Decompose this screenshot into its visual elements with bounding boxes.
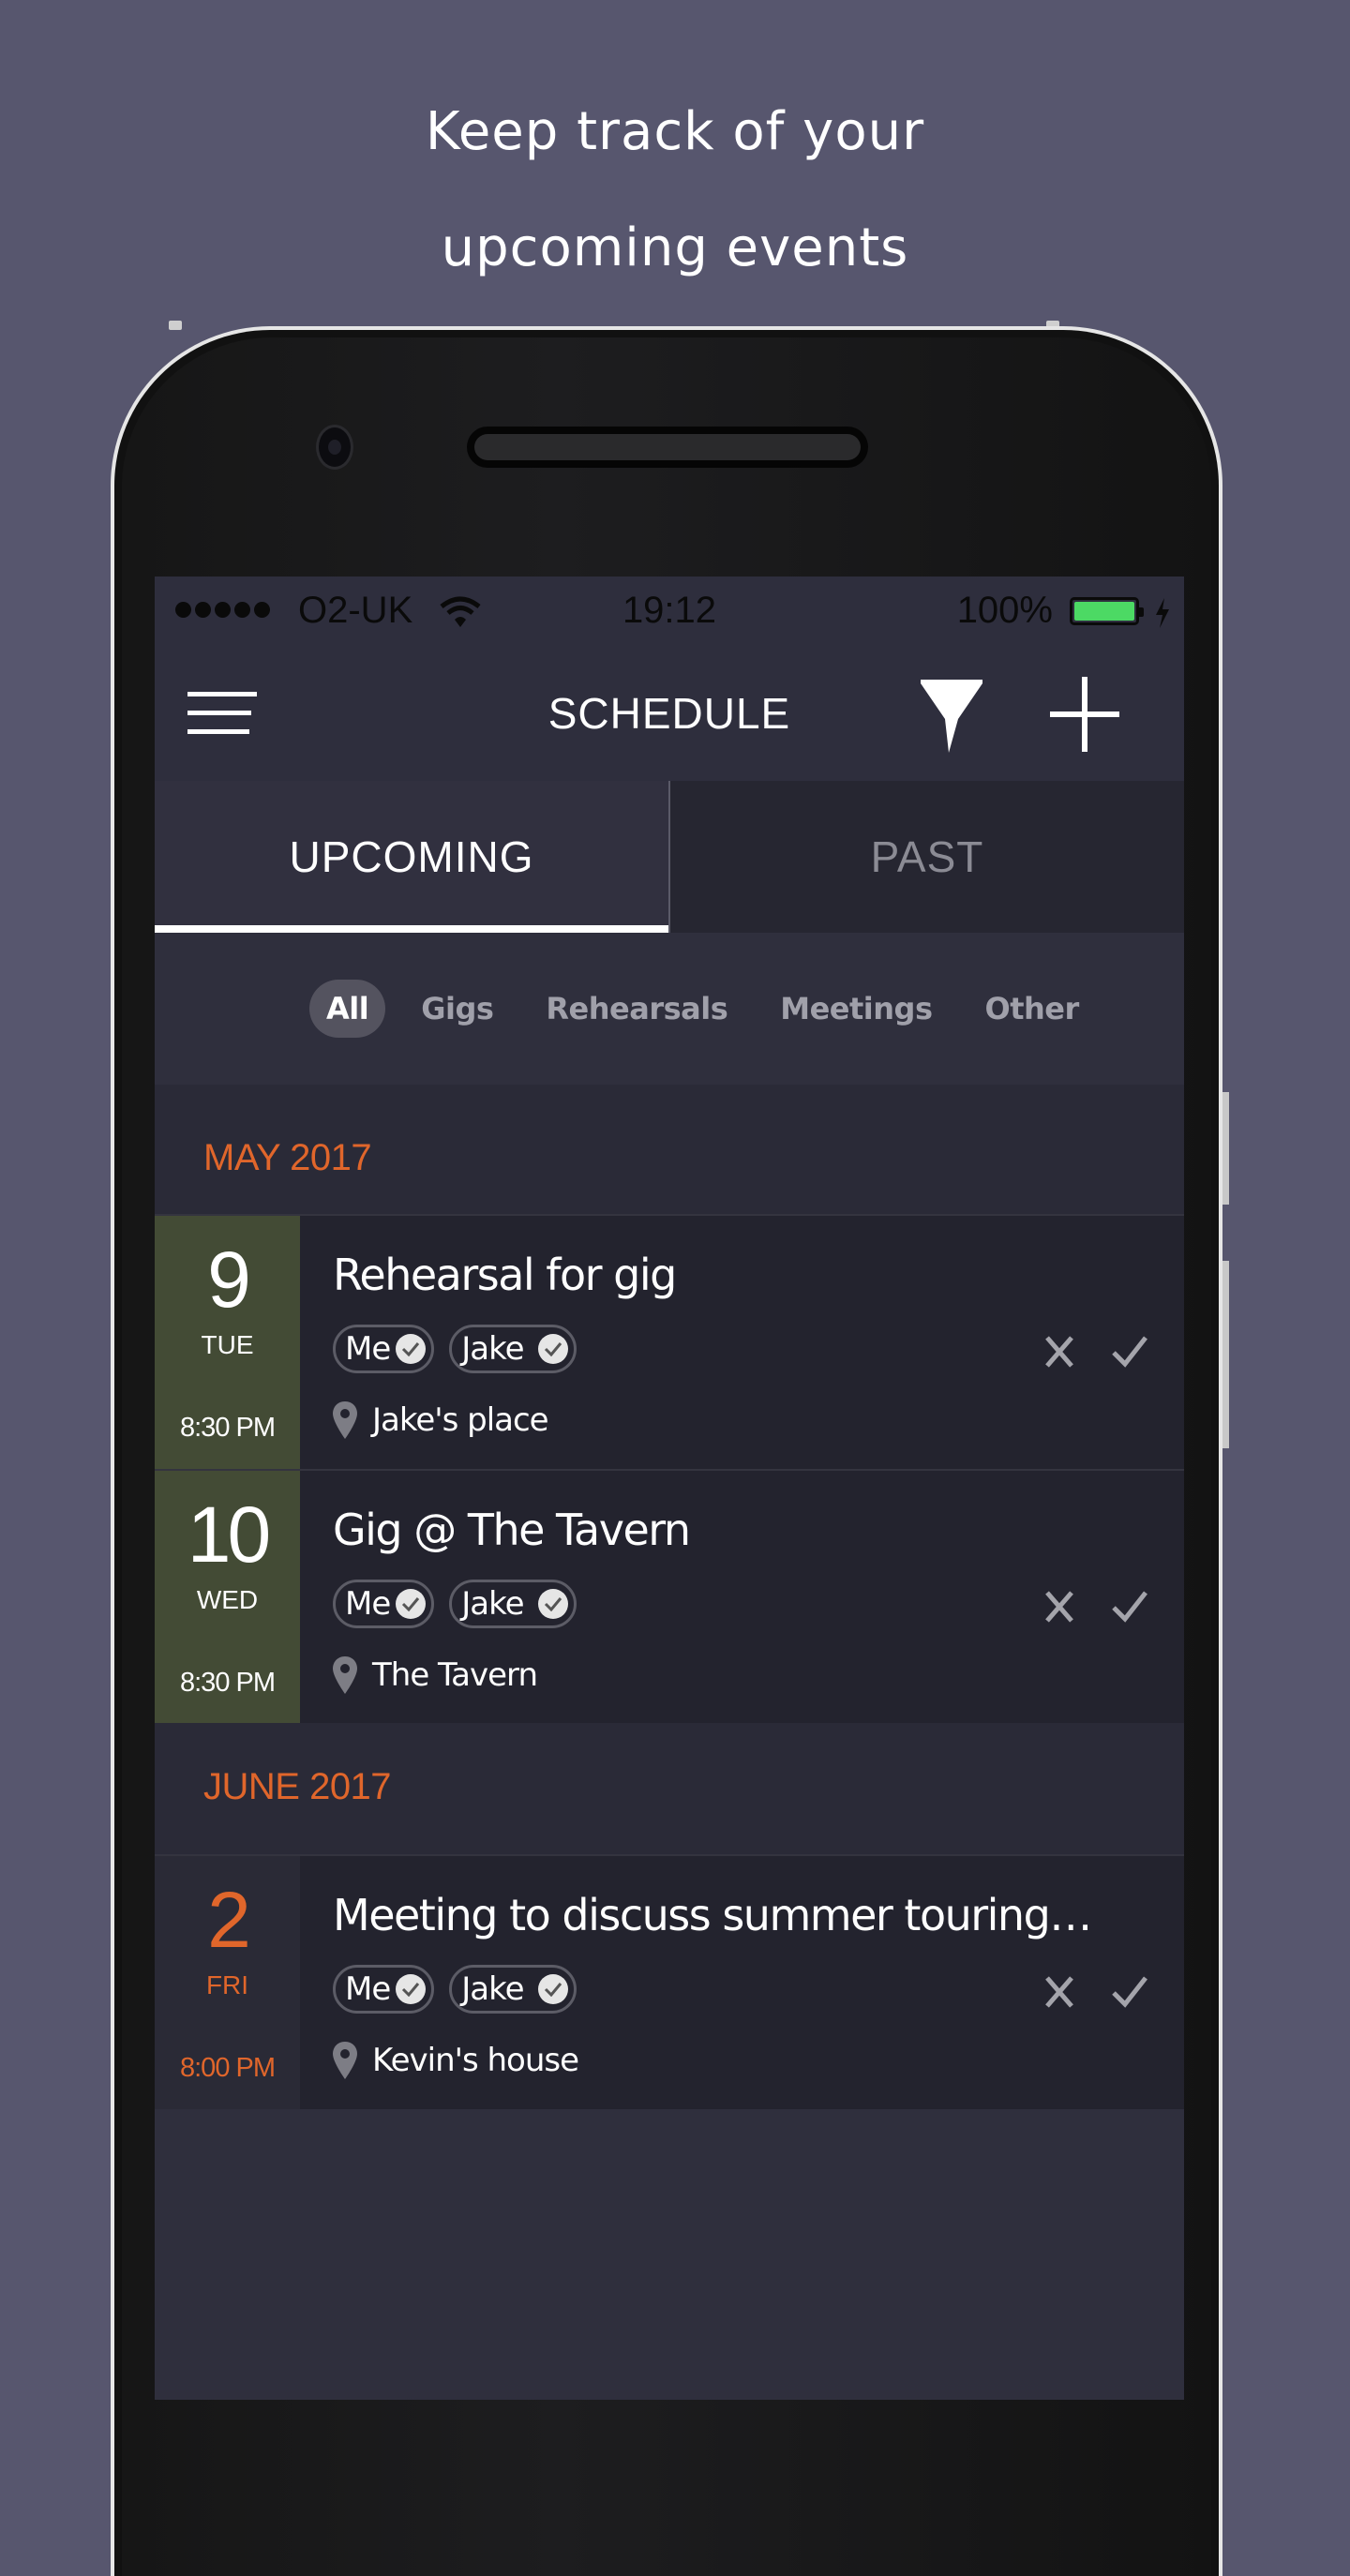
check-circle-icon [396, 1334, 427, 1364]
event-row[interactable]: 10 WED 8:30 PM Gig @ The Tavern Me Jake … [155, 1469, 1184, 1724]
event-date: 2 FRI 8:00 PM [155, 1856, 300, 2109]
attendee-name: Jake [461, 1585, 524, 1623]
location-pin-icon [333, 1656, 357, 1694]
charging-bolt-icon [1154, 595, 1171, 637]
earpiece-speaker [467, 427, 868, 468]
month-label: JUNE 2017 [203, 1766, 392, 1807]
plus-icon [1050, 677, 1119, 752]
check-icon [1112, 1591, 1148, 1623]
filter-chip-all[interactable]: All [309, 980, 386, 1038]
event-location: Jake's place [333, 1401, 549, 1439]
add-event-button[interactable] [1050, 677, 1119, 752]
attendee-chip[interactable]: Jake [449, 1580, 578, 1628]
event-row[interactable]: 9 TUE 8:30 PM Rehearsal for gig Me Jake … [155, 1214, 1184, 1469]
event-title: Rehearsal for gig [333, 1250, 677, 1300]
check-icon [1112, 1336, 1148, 1368]
decline-button[interactable] [1036, 1325, 1083, 1377]
location-pin-icon [333, 2042, 357, 2079]
tab-past[interactable]: PAST [668, 781, 1184, 933]
filter-chip-rehearsals[interactable]: Rehearsals [529, 980, 744, 1038]
close-icon [1045, 1976, 1073, 2008]
event-title: Gig @ The Tavern [333, 1505, 691, 1555]
event-title: Meeting to discuss summer touring… [333, 1890, 1092, 1940]
battery-percent: 100% [956, 590, 1053, 631]
event-day: 9 [207, 1236, 251, 1324]
phone-volume-button [1222, 1092, 1229, 1205]
event-time: 8:30 PM [180, 1668, 276, 1698]
attendee-chip[interactable]: Me [333, 1580, 435, 1628]
attendee-chip[interactable]: Me [333, 1325, 435, 1373]
promo-headline-line1: Keep track of your [425, 101, 925, 162]
check-circle-icon [538, 1974, 569, 2004]
accept-button[interactable] [1106, 1965, 1153, 2017]
location-name: Kevin's house [372, 2042, 579, 2079]
close-icon [1045, 1336, 1073, 1368]
attendee-name: Jake [461, 1970, 524, 2008]
phone-top-nub [169, 321, 182, 330]
category-filter-bar: All Gigs Rehearsals Meetings Other [155, 933, 1184, 1085]
page-title: SCHEDULE [548, 689, 791, 738]
promo-headline-line2: upcoming events [441, 217, 909, 278]
attendee-name: Jake [461, 1330, 524, 1368]
event-location: Kevin's house [333, 2042, 579, 2079]
attendee-chip[interactable]: Me [333, 1965, 435, 2014]
filter-chip-gigs[interactable]: Gigs [404, 980, 510, 1038]
attendee-name: Me [345, 1970, 391, 2008]
battery-icon [1070, 597, 1144, 625]
schedule-tabs: UPCOMING PAST [155, 781, 1184, 933]
check-circle-icon [396, 1589, 427, 1619]
event-weekday: FRI [205, 1970, 249, 1999]
decline-button[interactable] [1036, 1580, 1083, 1632]
attendee-chip[interactable]: Jake [449, 1965, 578, 2014]
event-weekday: TUE [201, 1330, 254, 1359]
month-header: JUNE 2017 [155, 1723, 1184, 1854]
event-day: 2 [207, 1876, 251, 1964]
nav-bar: SCHEDULE [155, 647, 1184, 781]
attendee-list: Me Jake [333, 1965, 578, 2014]
location-pin-icon [333, 1401, 357, 1439]
empty-list-area [155, 2109, 1184, 2400]
event-time: 8:00 PM [180, 2053, 276, 2083]
status-bar: O2-UK 19:12 100% [155, 577, 1184, 647]
event-weekday: WED [196, 1585, 259, 1614]
filter-chip-meetings[interactable]: Meetings [763, 980, 949, 1038]
tab-upcoming[interactable]: UPCOMING [155, 781, 668, 933]
event-date: 9 TUE 8:30 PM [155, 1216, 300, 1469]
attendee-name: Me [345, 1585, 391, 1623]
location-name: The Tavern [372, 1656, 538, 1694]
filter-chip-other[interactable]: Other [968, 980, 1096, 1038]
event-date: 10 WED 8:30 PM [155, 1471, 300, 1724]
month-label: MAY 2017 [203, 1137, 372, 1178]
close-icon [1045, 1591, 1073, 1623]
check-icon [1112, 1976, 1148, 2008]
attendee-list: Me Jake [333, 1580, 578, 1628]
accept-button[interactable] [1106, 1580, 1153, 1632]
check-circle-icon [396, 1974, 427, 2004]
attendee-chip[interactable]: Jake [449, 1325, 578, 1373]
check-circle-icon [538, 1334, 569, 1364]
front-camera [316, 425, 353, 470]
phone-power-button [1222, 1261, 1229, 1448]
check-circle-icon [538, 1589, 569, 1619]
location-name: Jake's place [372, 1401, 549, 1439]
event-day: 10 [187, 1490, 271, 1579]
decline-button[interactable] [1036, 1965, 1083, 2017]
event-location: The Tavern [333, 1656, 538, 1694]
attendee-name: Me [345, 1330, 391, 1368]
event-row[interactable]: 2 FRI 8:00 PM Meeting to discuss summer … [155, 1854, 1184, 2109]
event-time: 8:30 PM [180, 1413, 276, 1443]
attendee-list: Me Jake [333, 1325, 578, 1373]
app-screen: O2-UK 19:12 100% SCHEDULE UPCOMING PAST … [155, 577, 1184, 2400]
month-header: MAY 2017 [155, 1085, 1184, 1214]
accept-button[interactable] [1106, 1325, 1153, 1377]
filter-funnel-icon[interactable] [919, 678, 984, 753]
